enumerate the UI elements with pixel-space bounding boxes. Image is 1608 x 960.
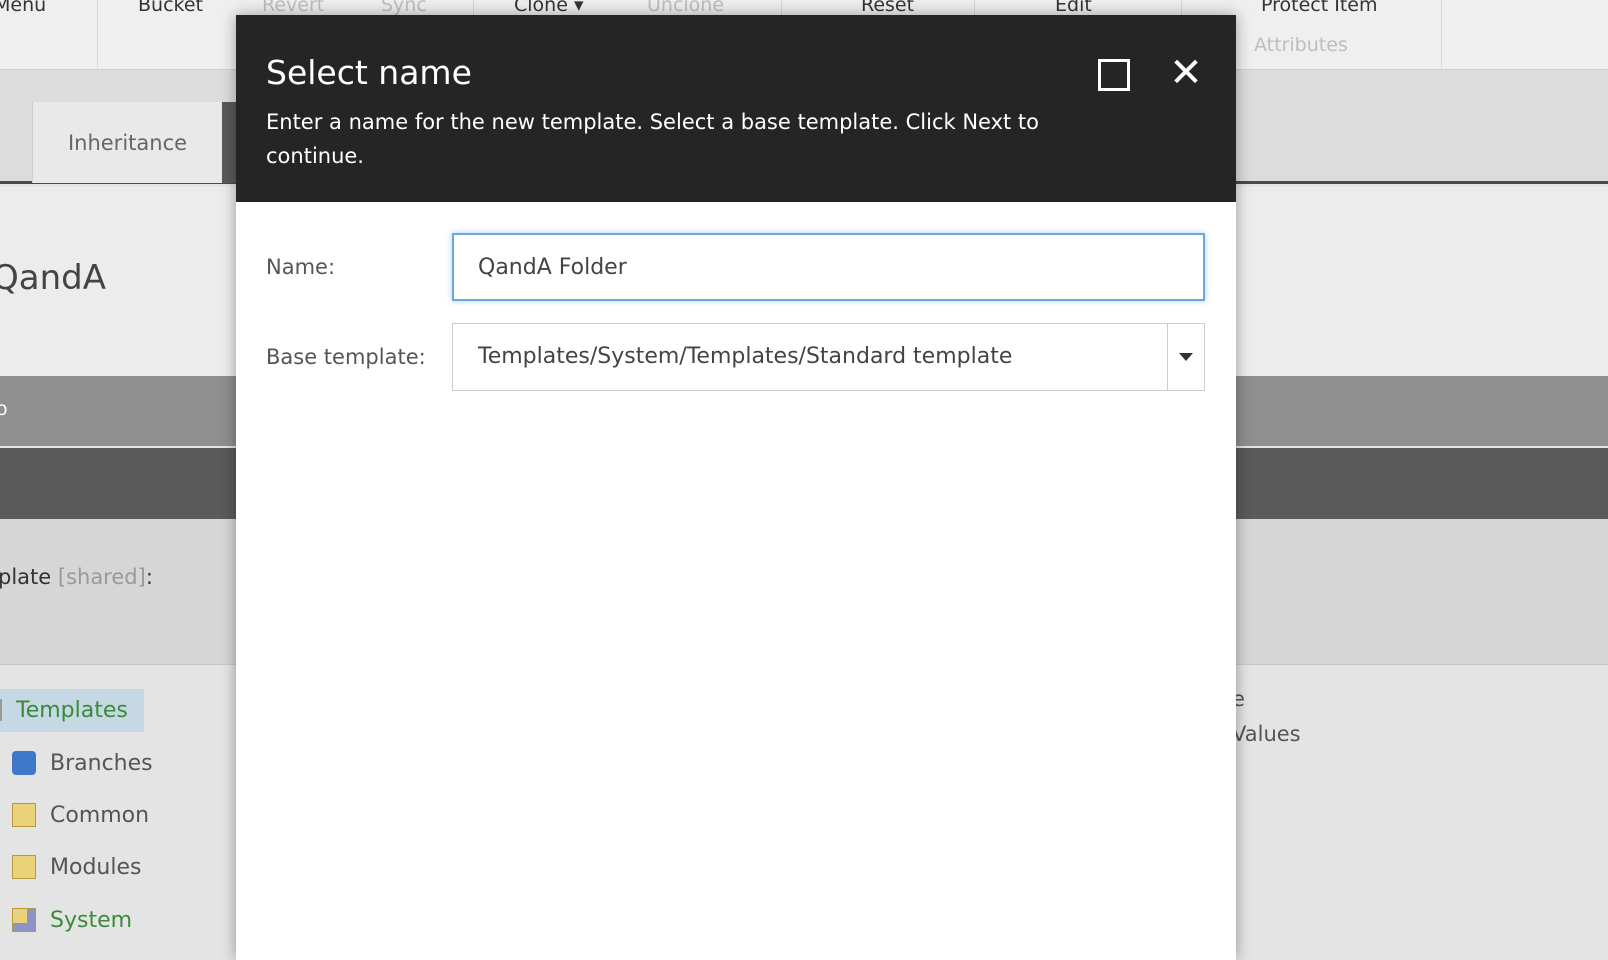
reset-button[interactable]: Reset: [861, 0, 914, 16]
base-template-select[interactable]: Templates/System/Templates/Standard temp…: [452, 323, 1205, 391]
dialog-description: Enter a name for the new template. Selec…: [266, 110, 1040, 168]
shared-tag: [shared]: [57, 565, 146, 589]
attributes-group-label: Attributes: [1254, 34, 1348, 56]
tab-inheritance[interactable]: Inheritance: [32, 102, 222, 183]
close-icon[interactable]: ✕: [1166, 53, 1206, 93]
sync-button[interactable]: Sync: [381, 0, 427, 16]
system-folder-icon: [12, 908, 36, 932]
chevron-down-icon[interactable]: [1167, 324, 1204, 390]
protect-item-button[interactable]: Protect Item: [1261, 0, 1377, 16]
dialog-header: Select name Enter a name for the new tem…: [236, 15, 1236, 202]
tree-item-branches[interactable]: Branches: [12, 744, 153, 782]
edit-button[interactable]: Edit: [1055, 0, 1092, 16]
maximize-icon[interactable]: [1098, 59, 1130, 91]
divider: [97, 0, 98, 68]
divider: [1441, 0, 1442, 68]
dialog-title: Select name: [266, 53, 472, 92]
revert-button[interactable]: Revert: [262, 0, 324, 16]
folder-icon: [12, 803, 36, 827]
bucket-button[interactable]: Bucket: [138, 0, 203, 16]
active-tab-edge: [222, 102, 236, 183]
tree-item-modules[interactable]: Modules: [12, 848, 141, 886]
name-label: Name:: [266, 255, 336, 279]
item-title: QandA: [0, 258, 106, 298]
tree-item-label: Common: [50, 802, 150, 828]
field-label: plate: [0, 565, 52, 589]
tree-item-label: Modules: [50, 854, 142, 880]
base-template-value: Templates/System/Templates/Standard temp…: [478, 344, 1013, 369]
list-item: Values: [1232, 722, 1301, 746]
template-icon: [0, 699, 2, 721]
tree-item-templates[interactable]: Templates: [0, 691, 128, 729]
folder-icon: [12, 855, 36, 879]
clone-button[interactable]: Clone ▾: [514, 0, 583, 16]
base-template-label: Base template:: [266, 345, 426, 369]
puzzle-icon: [12, 751, 36, 775]
menu-button[interactable]: Menu: [0, 0, 46, 16]
tree-item-label: Branches: [50, 750, 153, 776]
colon: :: [145, 565, 153, 589]
unclone-button[interactable]: Unclone: [647, 0, 724, 16]
tree-item-system[interactable]: System: [12, 901, 132, 939]
select-name-dialog: Select name Enter a name for the new tem…: [236, 15, 1236, 960]
section-title: o: [0, 398, 8, 420]
tree-item-label: System: [50, 907, 133, 933]
tree-item-common[interactable]: Common: [12, 796, 149, 834]
name-input[interactable]: [452, 233, 1205, 301]
tree-item-label: Templates: [16, 697, 128, 723]
